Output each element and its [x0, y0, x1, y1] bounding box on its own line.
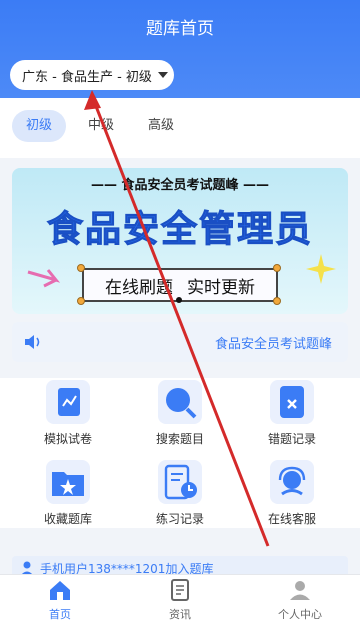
- annotation-arrow: [84, 90, 270, 547]
